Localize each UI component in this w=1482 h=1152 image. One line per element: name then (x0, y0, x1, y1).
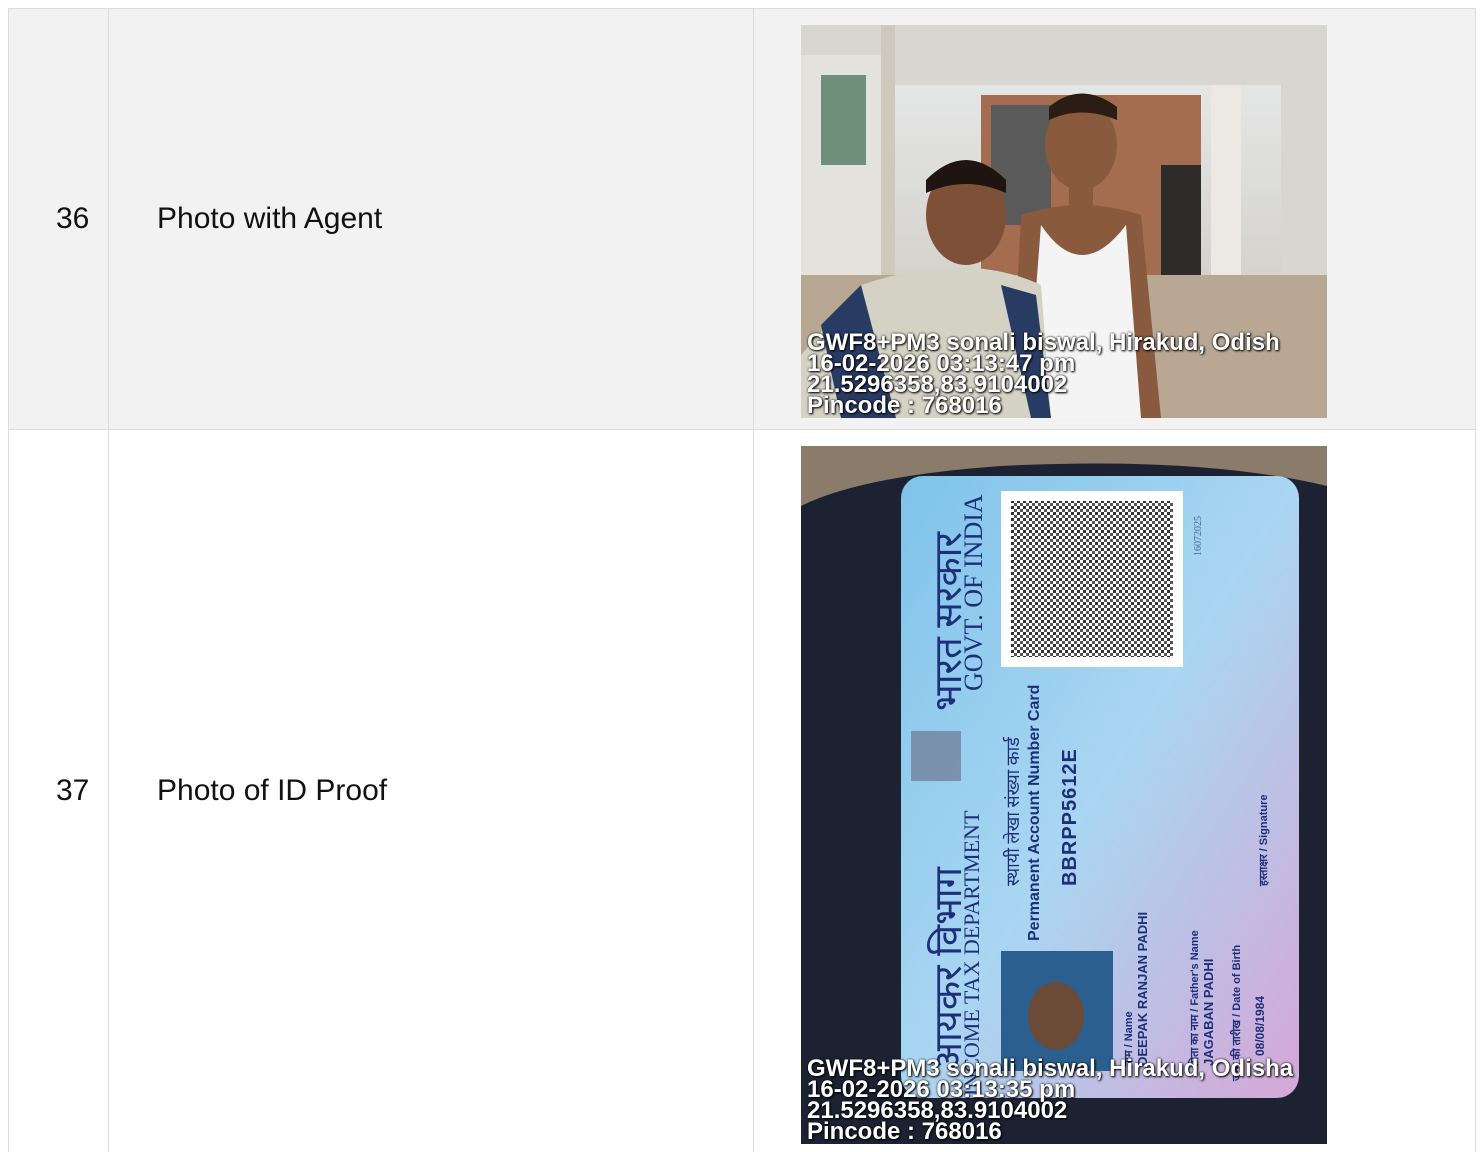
photo-cell: भारत सरकार GOVT. OF INDIA आयकर विभाग INC… (754, 430, 1475, 1152)
id-proof-photo[interactable]: भारत सरकार GOVT. OF INDIA आयकर विभाग INC… (801, 446, 1327, 1144)
card-father-label: पिता का नाम / Father's Name (1189, 930, 1201, 1066)
card-pan-number: BBRPP5612E (1059, 748, 1081, 886)
verification-table: 36 Photo with Agent GWF8+PM3 sonali bisw… (8, 8, 1476, 1152)
agent-photo[interactable]: GWF8+PM3 sonali biswal, Hirakud, Odish 1… (801, 25, 1327, 418)
card-serial: 16072025 (1193, 516, 1204, 556)
stamp-pincode: Pincode : 768016 (807, 1118, 1002, 1144)
card-hindi-pan: स्थायी लेखा संख्या कार्ड (1003, 737, 1023, 886)
card-pan-title: Permanent Account Number Card (1026, 684, 1043, 941)
photo-cell: GWF8+PM3 sonali biswal, Hirakud, Odish 1… (754, 9, 1475, 429)
row-number: 37 (9, 430, 109, 1152)
card-father: JAGABAN PADHI (1201, 958, 1216, 1066)
card-dob: 08/08/1984 (1253, 995, 1267, 1056)
row-label: Photo of ID Proof (109, 430, 754, 1152)
card-name: DEEPAK RANJAN PADHI (1135, 911, 1150, 1066)
row-label: Photo with Agent (109, 9, 754, 429)
card-sign-label: हस्ताक्षर / Signature (1258, 794, 1270, 886)
card-govt: GOVT. OF INDIA (959, 494, 988, 691)
geo-stamp: GWF8+PM3 sonali biswal, Hirakud, Odisha … (807, 1057, 1293, 1144)
row-number: 36 (9, 9, 109, 429)
table-row: 36 Photo with Agent GWF8+PM3 sonali bisw… (9, 9, 1475, 430)
stamp-pincode: Pincode : 768016 (807, 392, 1002, 418)
geo-stamp: GWF8+PM3 sonali biswal, Hirakud, Odish 1… (807, 331, 1280, 418)
table-row: 37 Photo of ID Proof भारत सरकार GOVT. OF… (9, 430, 1475, 1152)
card-dept: INCOME TAX DEPARTMENT (959, 810, 984, 1096)
